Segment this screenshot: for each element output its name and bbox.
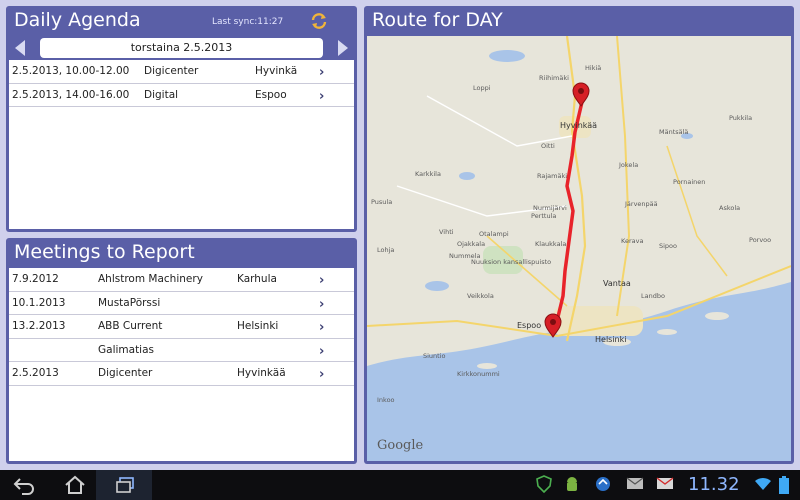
route-map[interactable]: Hyvinkää Espoo Helsinki Vantaa Kerava Jo… xyxy=(367,36,791,461)
meeting-customer: Ahlstrom Machinery xyxy=(98,273,203,285)
date-navigator: torstaina 2.5.2013 xyxy=(6,36,357,60)
map-label: Hikiä xyxy=(585,64,601,72)
map-label: Vantaa xyxy=(603,279,631,288)
map-label: Pusula xyxy=(371,198,392,206)
sync-status-icon xyxy=(596,477,610,491)
meeting-row[interactable]: 2.5.2013 Digicenter Hyvinkää › xyxy=(9,362,354,386)
meeting-city: Karhula xyxy=(237,273,277,285)
map-label: Loppi xyxy=(473,84,491,92)
meeting-city: Helsinki xyxy=(237,320,279,332)
gmail-icon xyxy=(656,477,674,489)
meeting-date: 7.9.2012 xyxy=(12,273,59,285)
map-label: Rajamäki xyxy=(537,172,567,180)
meeting-date: 10.1.2013 xyxy=(12,296,66,309)
agenda-time: 2.5.2013, 10.00-12.00 xyxy=(12,65,130,77)
mail-icon xyxy=(626,477,644,489)
chevron-right-icon[interactable]: › xyxy=(319,297,324,312)
route-panel: Route for DAY Hyvinkää Espoo Helsinki Va… xyxy=(364,6,794,464)
map-label: Lohja xyxy=(377,246,394,254)
map-label: Järvenpää xyxy=(624,200,658,208)
agenda-city: Espoo xyxy=(255,88,287,101)
route-title: Route for DAY xyxy=(372,9,503,31)
map-label: Landbo xyxy=(641,292,665,300)
map-label: Karkkila xyxy=(415,170,441,178)
android-icon xyxy=(567,477,577,491)
meetings-title: Meetings to Report xyxy=(14,241,195,263)
map-label: Askola xyxy=(719,204,740,212)
meetings-list: 7.9.2012 Ahlstrom Machinery Karhula › 10… xyxy=(9,268,354,461)
map-label: Hyvinkää xyxy=(560,121,597,130)
agenda-list: 2.5.2013, 10.00-12.00 Digicenter Hyvinkä… xyxy=(9,60,354,229)
meeting-customer: ABB Current xyxy=(98,320,163,332)
map-label: Riihimäki xyxy=(539,74,569,82)
chevron-right-icon[interactable]: › xyxy=(319,89,324,104)
map-label: Nurmijärvi xyxy=(533,204,567,212)
meeting-row[interactable]: 10.1.2013 MustaPörssi › xyxy=(9,292,354,315)
map-label: Jokela xyxy=(618,161,638,169)
previous-day-icon[interactable] xyxy=(15,40,25,56)
agenda-row[interactable]: 2.5.2013, 14.00-16.00 Digital Espoo › xyxy=(9,84,354,107)
chevron-right-icon[interactable]: › xyxy=(319,320,324,335)
wifi-icon xyxy=(755,477,771,490)
map-label: Siuntio xyxy=(423,352,446,360)
agenda-time: 2.5.2013, 14.00-16.00 xyxy=(12,88,130,101)
meeting-row[interactable]: 7.9.2012 Ahlstrom Machinery Karhula › xyxy=(9,268,354,292)
map-label: Perttula xyxy=(531,212,556,220)
chevron-right-icon[interactable]: › xyxy=(319,273,324,288)
agenda-customer: Digicenter xyxy=(144,65,199,77)
map-attribution: Google xyxy=(377,438,424,453)
meeting-date: 13.2.2013 xyxy=(12,320,66,332)
chevron-right-icon[interactable]: › xyxy=(319,65,324,80)
next-day-icon[interactable] xyxy=(338,40,348,56)
map-label: Helsinki xyxy=(595,335,626,344)
meeting-customer: MustaPörssi xyxy=(98,296,161,309)
status-clock: 11.32 xyxy=(688,474,740,495)
map-label: Otalampi xyxy=(479,230,509,238)
daily-agenda-panel: Daily Agenda Last sync:11:27 torstaina 2… xyxy=(6,6,357,232)
back-icon[interactable] xyxy=(12,475,36,495)
shield-icon xyxy=(536,475,552,493)
map-canvas[interactable]: Hyvinkää Espoo Helsinki Vantaa Kerava Jo… xyxy=(367,36,791,461)
map-label: Nuuksion kansallispuisto xyxy=(471,258,551,266)
meeting-customer: Galimatias xyxy=(98,343,155,356)
meeting-row[interactable]: 13.2.2013 ABB Current Helsinki › xyxy=(9,315,354,339)
map-label: Inkoo xyxy=(377,396,395,404)
recent-apps-icon[interactable] xyxy=(114,475,136,495)
map-label: Ojakkala xyxy=(457,240,485,248)
map-label: Porvoo xyxy=(749,236,771,244)
map-label: Pornainen xyxy=(673,178,705,186)
map-label: Veikkola xyxy=(467,292,494,300)
agenda-row[interactable]: 2.5.2013, 10.00-12.00 Digicenter Hyvinkä… xyxy=(9,60,354,84)
meeting-row[interactable]: Galimatias › xyxy=(9,339,354,362)
home-icon[interactable] xyxy=(64,475,86,495)
meeting-city: Hyvinkää xyxy=(237,367,286,379)
refresh-icon[interactable] xyxy=(310,12,328,30)
system-navigation-bar: 11.32 xyxy=(0,470,800,500)
daily-agenda-title: Daily Agenda xyxy=(14,9,141,31)
meetings-to-report-panel: Meetings to Report 7.9.2012 Ahlstrom Mac… xyxy=(6,238,357,464)
map-label: Oitti xyxy=(541,142,555,150)
map-label: Sipoo xyxy=(659,242,677,250)
last-sync-label: Last sync:11:27 xyxy=(212,17,284,27)
agenda-customer: Digital xyxy=(144,88,179,101)
chevron-right-icon[interactable]: › xyxy=(319,344,324,359)
meeting-customer: Digicenter xyxy=(98,367,153,379)
map-label: Kerava xyxy=(621,237,643,245)
meeting-date: 2.5.2013 xyxy=(12,367,59,379)
map-label: Kirkkonummi xyxy=(457,370,500,378)
agenda-city: Hyvinkä xyxy=(255,65,298,77)
date-field[interactable]: torstaina 2.5.2013 xyxy=(40,38,323,58)
map-label: Pukkila xyxy=(729,114,752,122)
map-label: Espoo xyxy=(517,321,541,330)
chevron-right-icon[interactable]: › xyxy=(319,367,324,382)
map-label: Mäntsälä xyxy=(659,128,688,136)
map-label: Klaukkala xyxy=(535,240,566,248)
map-label: Vihti xyxy=(439,228,454,236)
battery-icon xyxy=(779,476,789,494)
